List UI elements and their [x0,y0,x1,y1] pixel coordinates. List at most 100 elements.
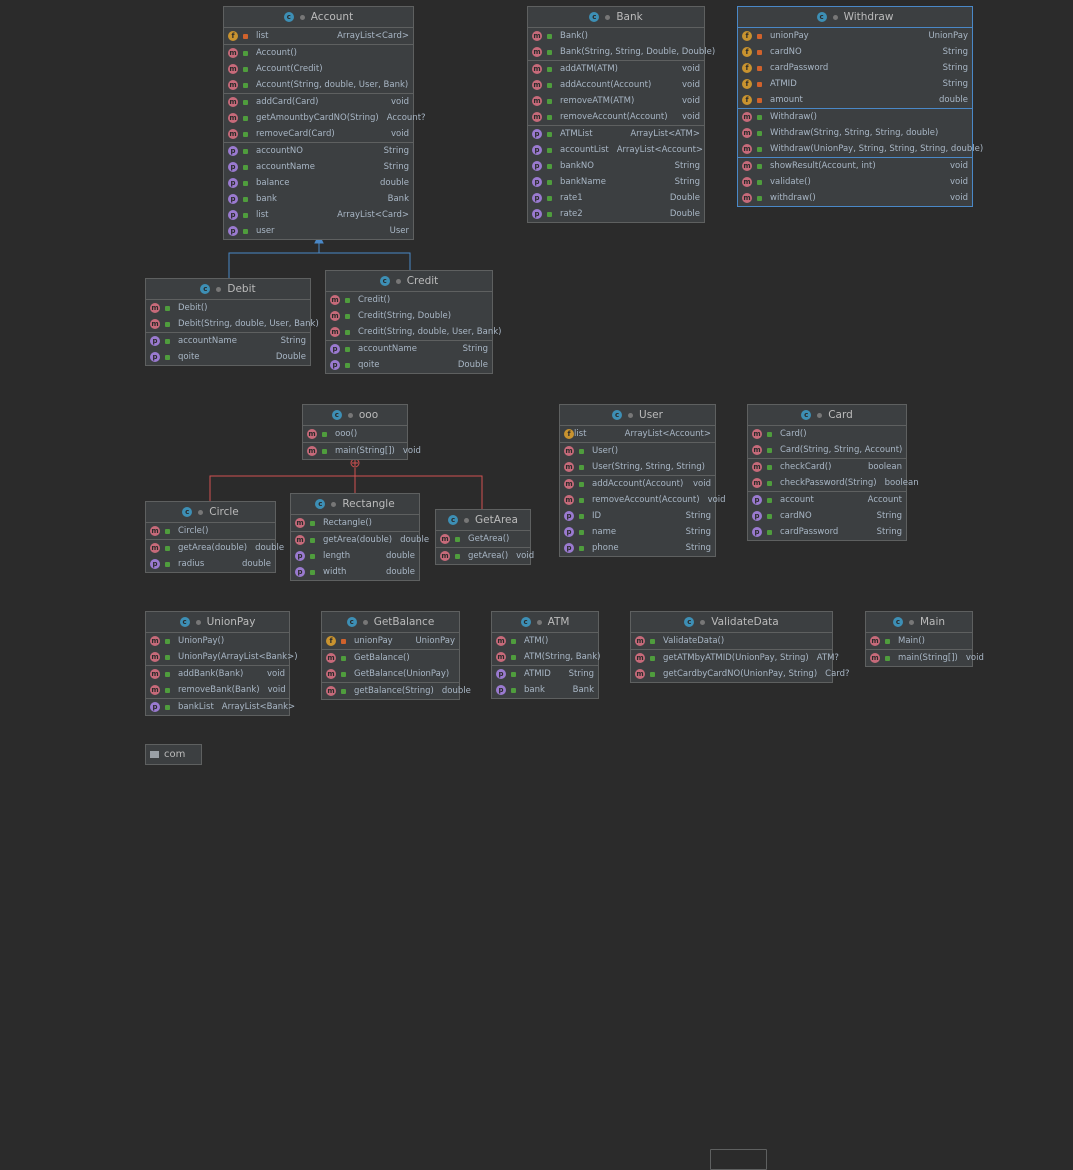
class-header[interactable]: c Rectangle [291,494,419,515]
method-row[interactable]: m User(String, String, String) [560,459,715,475]
class-ooo[interactable]: c ooo m ooo() m main(String[]) void [302,404,421,460]
method-row[interactable]: m ATM(String, Bank) [492,649,600,665]
property-row[interactable]: p accountName String [326,341,492,357]
class-user[interactable]: c User f list ArrayList<Account> m User() m User… [559,404,767,1170]
class-header[interactable]: c User [560,405,715,426]
property-row[interactable]: p bank Bank [492,682,598,698]
method-row[interactable]: m addAccount(Account) void [560,476,715,492]
method-row[interactable]: m User() [560,443,715,459]
class-header[interactable]: c GetArea [436,510,530,531]
property-row[interactable]: p bankName String [528,174,704,190]
class-account[interactable]: c Account f list ArrayList<Card> m Account() m A… [223,6,426,240]
class-atm[interactable]: c ATM m ATM() m ATM(String, Bank) p ATMID String… [491,611,600,699]
method-row[interactable]: m UnionPay() [146,633,289,649]
method-row[interactable]: m Credit(String, double, User, Bank) [326,324,501,340]
property-row[interactable]: p qoite Double [326,357,492,373]
property-row[interactable]: p accountList ArrayList<Account> [528,142,704,158]
class-header[interactable]: c Debit [146,279,310,300]
method-row[interactable]: m Debit(String, double, User, Bank) [146,316,319,332]
method-row[interactable]: m addCard(Card) void [224,94,413,110]
method-row[interactable]: m GetBalance() [322,650,459,666]
class-get-balance[interactable]: c GetBalance f unionPay UnionPay m GetBalance(… [321,611,471,700]
method-row[interactable]: m Bank() [528,28,704,44]
property-row[interactable]: p list ArrayList<Card> [224,207,413,223]
property-row[interactable]: p phone String [560,540,715,556]
property-row[interactable]: p user User [224,223,413,239]
field-row[interactable]: f ATMID String [738,76,972,92]
package-com[interactable]: com [145,744,202,765]
class-debit[interactable]: c Debit m Debit() m Debit(String, double, Use… [145,278,319,366]
method-row[interactable]: m Credit(String, Double) [326,308,492,324]
method-row[interactable]: m Credit() [326,292,492,308]
method-row[interactable]: m getBalance(String) double [322,683,471,699]
method-row[interactable]: m Withdraw(String, String, String, double… [738,125,972,141]
property-row[interactable]: p qoite Double [146,349,310,365]
property-row[interactable]: p ATMList ArrayList<ATM> [528,126,704,142]
method-row[interactable]: m addAccount(Account) void [528,77,704,93]
class-header[interactable]: c ValidateData [631,612,832,633]
method-row[interactable]: m ATM() [492,633,598,649]
property-row[interactable]: p ATMID String [492,666,598,682]
method-row[interactable]: m getCardbyCardNO(UnionPay, String) Card? [631,666,850,682]
method-row[interactable]: m checkPassword(String) boolean [748,475,919,491]
method-row[interactable]: m main(String[]) void [866,650,984,666]
method-row[interactable]: m GetArea() [436,531,530,547]
method-row[interactable]: m Card() [748,426,906,442]
class-header[interactable]: c ooo [303,405,407,426]
property-row[interactable]: p bankList ArrayList<Bank> [146,699,295,715]
method-row[interactable]: m ValidateData() [631,633,832,649]
class-main[interactable]: c Main m Main() m main(String[]) void [865,611,984,667]
method-row[interactable]: m Card(String, String, Account) [748,442,906,458]
method-row[interactable]: m withdraw() void [738,190,972,206]
field-row[interactable]: f cardPassword String [738,60,972,76]
method-row[interactable]: m Bank(String, String, Double, Double) [528,44,715,60]
method-row[interactable]: m Circle() [146,523,275,539]
class-header[interactable]: c Main [866,612,972,633]
class-header[interactable]: c ATM [492,612,598,633]
method-row[interactable]: m ooo() [303,426,407,442]
method-row[interactable]: m removeATM(ATM) void [528,93,704,109]
property-row[interactable]: p cardNO String [748,508,906,524]
property-row[interactable]: p cardPassword String [748,524,906,540]
property-row[interactable]: p bank Bank [224,191,413,207]
field-row[interactable]: f amount double [738,92,972,108]
method-row[interactable]: m removeCard(Card) void [224,126,413,142]
property-row[interactable]: p accountName String [146,333,310,349]
property-row[interactable]: p radius double [146,556,275,572]
method-row[interactable]: m Account(Credit) [224,61,413,77]
method-row[interactable]: m showResult(Account, int) void [738,158,972,174]
method-row[interactable]: m checkCard() boolean [748,459,906,475]
method-row[interactable]: m Account(String, double, User, Bank) [224,77,413,93]
property-row[interactable]: p rate2 Double [528,206,704,222]
class-circle[interactable]: c Circle m Circle() m getArea(double) double p r… [145,501,284,573]
method-row[interactable]: m getArea(double) double [291,532,429,548]
class-bank[interactable]: c Bank m Bank() m Bank(String, String, Double… [527,6,715,223]
class-withdraw[interactable]: c Withdraw f unionPay UnionPay f cardNO String f… [737,6,983,207]
property-row[interactable]: p width double [291,564,419,580]
property-row[interactable]: p balance double [224,175,413,191]
class-rectangle[interactable]: c Rectangle m Rectangle() m getArea(double) do… [290,493,429,581]
class-header[interactable]: c Card [748,405,906,426]
class-validate-data[interactable]: c ValidateData m ValidateData() m getATMbyATM… [630,611,850,683]
method-row[interactable]: m main(String[]) void [303,443,421,459]
field-row[interactable]: f list ArrayList<Card> [224,28,413,44]
class-header[interactable]: c Circle [146,502,275,523]
method-row[interactable]: m Withdraw(UnionPay, String, String, Stri… [738,141,983,157]
class-get-area[interactable]: c GetArea m GetArea() m getArea() void [435,509,534,565]
method-row[interactable]: m removeAccount(Account) void [560,492,726,508]
field-row[interactable]: f cardNO String [738,44,972,60]
class-header[interactable]: c Credit [326,271,492,292]
class-header[interactable]: c UnionPay [146,612,289,633]
property-row[interactable]: p accountNO String [224,143,413,159]
class-header[interactable]: c Bank [528,7,704,28]
method-row[interactable]: m addBank(Bank) void [146,666,289,682]
method-row[interactable]: m removeBank(Bank) void [146,682,289,698]
class-header[interactable]: c Account [224,7,413,28]
method-row[interactable]: m getAmountbyCardNO(String) Account? [224,110,426,126]
method-row[interactable]: m Rectangle() [291,515,419,531]
property-row[interactable]: p rate1 Double [528,190,704,206]
method-row[interactable]: m Withdraw() [738,109,972,125]
class-header[interactable]: c GetBalance [322,612,459,633]
property-row[interactable]: p length double [291,548,419,564]
method-row[interactable]: m UnionPay(ArrayList<Bank>) [146,649,298,665]
